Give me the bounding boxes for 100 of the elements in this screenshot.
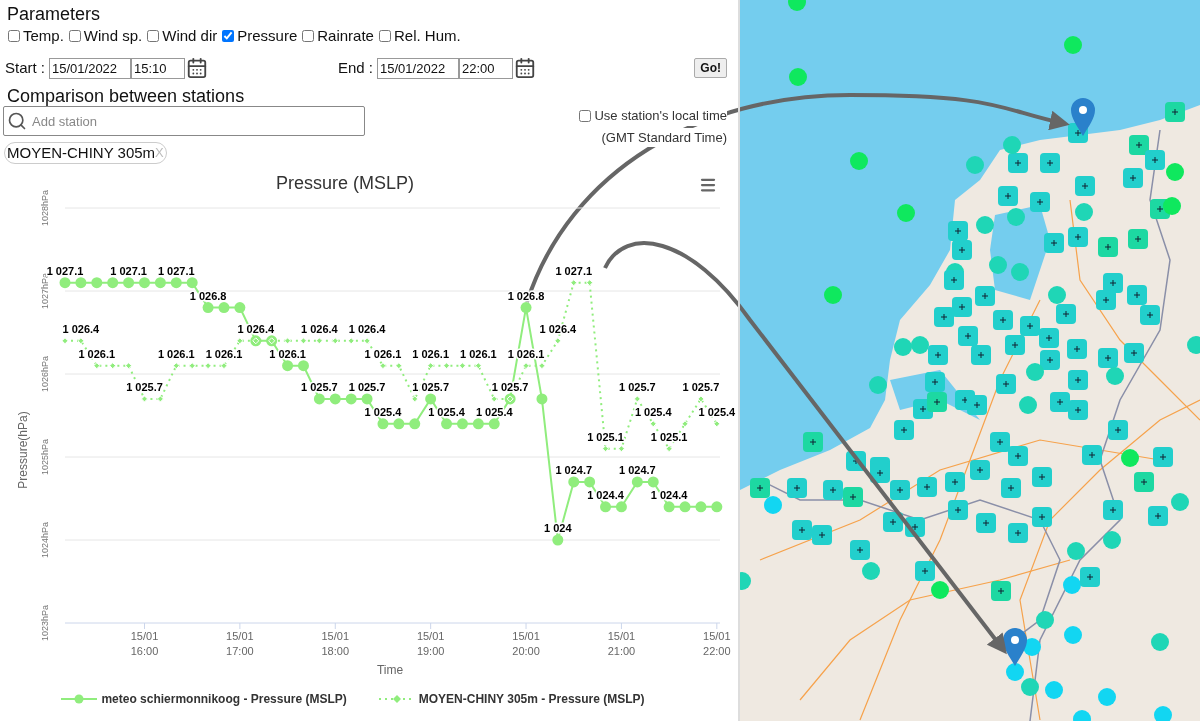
data-point (297, 360, 309, 372)
data-point (441, 418, 453, 430)
data-label: 1 027.1 (157, 264, 195, 277)
data-label: 1 027.1 (110, 264, 147, 277)
x-tick-label: 15/01 17:00 (226, 630, 254, 657)
data-point (456, 418, 468, 430)
data-label: 1 025.4 (428, 405, 465, 418)
y-tick-label: 1028hPa (40, 190, 50, 226)
data-label: 1 026.4 (62, 322, 100, 335)
data-point (600, 501, 612, 513)
data-label: 1 025.7 (682, 380, 720, 393)
y-tick-label: 1024hPa (40, 522, 50, 558)
calendar-icon[interactable] (186, 57, 208, 79)
data-label: 1 025.7 (619, 380, 656, 393)
data-point (77, 337, 85, 345)
data-point (536, 393, 548, 405)
checkbox[interactable] (222, 30, 235, 42)
data-point (109, 362, 117, 370)
x-tick-label: 15/01 22:00 (703, 630, 731, 657)
data-point (490, 395, 498, 403)
data-point (711, 501, 723, 513)
data-point (425, 393, 437, 405)
menu-icon[interactable] (700, 178, 716, 192)
data-label: 1 025.7 (412, 380, 449, 393)
chart-title: Pressure (MSLP) (276, 173, 414, 193)
data-point (586, 279, 594, 287)
data-point (427, 362, 435, 370)
data-label: 1 027.1 (555, 264, 593, 277)
data-point (234, 302, 246, 314)
data-point (284, 337, 292, 345)
data-label: 1 026.1 (269, 347, 306, 360)
data-point (570, 279, 578, 287)
data-point (188, 362, 196, 370)
data-point (299, 337, 307, 345)
data-point (91, 277, 103, 289)
data-label: 1 025.1 (650, 430, 688, 443)
data-point (395, 362, 403, 370)
time-field[interactable]: 15:10 (131, 57, 185, 79)
checkbox[interactable] (302, 30, 315, 42)
data-point (411, 395, 419, 403)
data-label: 1 026.1 (157, 347, 195, 360)
section-heading: Parameters (7, 4, 101, 24)
data-point (172, 362, 180, 370)
data-point (379, 362, 387, 370)
x-axis-title: Time (376, 663, 404, 677)
go-button[interactable]: Go! (694, 58, 727, 78)
data-label: 1 027.1 (46, 264, 84, 277)
data-label: 1 025.4 (475, 405, 513, 418)
checkbox-label: Temp. (23, 25, 64, 46)
data-label: 1 026.1 (507, 347, 545, 360)
data-label: 1 024.7 (619, 463, 656, 476)
checkbox[interactable] (8, 30, 20, 42)
checkbox[interactable] (147, 30, 160, 42)
data-point (220, 362, 228, 370)
data-point (204, 362, 212, 370)
data-point (75, 277, 87, 289)
data-point (552, 534, 564, 546)
calendar-icon[interactable] (514, 57, 537, 79)
date-field[interactable]: 15/01/2022 (377, 57, 460, 79)
time-field[interactable]: 22:00 (459, 57, 514, 79)
data-point (665, 445, 673, 453)
data-label: 1 025.4 (634, 405, 672, 418)
data-point (154, 277, 166, 289)
data-point (713, 420, 721, 428)
legend-item[interactable]: MOYEN-CHINY 305m - Pressure (MSLP) (418, 690, 645, 708)
data-point (474, 362, 482, 370)
end-label: End : (338, 57, 374, 78)
data-point (584, 476, 596, 488)
data-point (236, 337, 244, 345)
data-label: 1 025.4 (364, 405, 402, 418)
checkbox[interactable] (579, 109, 592, 122)
data-label: 1 024 (544, 522, 572, 534)
data-point (361, 393, 373, 405)
legend-item[interactable]: meteo schiermonnikoog - Pressure (MSLP) (101, 690, 347, 708)
checkbox-label: Pressure (237, 25, 298, 46)
date-field[interactable]: 15/01/2022 (49, 57, 131, 79)
checkbox[interactable] (68, 30, 81, 42)
map-drawing[interactable] (740, 0, 1200, 721)
data-point (617, 445, 625, 453)
data-point (123, 277, 135, 289)
data-label: 1 026.1 (412, 347, 449, 360)
data-point (554, 337, 562, 345)
data-label: 1 026.4 (539, 322, 577, 335)
data-point (156, 395, 164, 403)
data-point (488, 418, 500, 430)
data-point (347, 337, 355, 345)
data-point (329, 393, 341, 405)
data-label: 1 025.7 (126, 380, 163, 393)
x-tick-label: 15/01 20:00 (512, 630, 540, 657)
data-point (520, 302, 532, 314)
data-label: 1 025.1 (587, 430, 624, 443)
checkbox[interactable] (378, 30, 391, 42)
checkbox-label: Rel. Hum. (393, 25, 461, 46)
data-label: 1 026.4 (301, 322, 338, 335)
data-point (363, 337, 371, 345)
data-point (61, 337, 69, 345)
data-label: 1 026.8 (189, 289, 227, 302)
data-point (202, 302, 214, 314)
search-field[interactable]: Add station (3, 106, 365, 136)
data-point (633, 395, 641, 403)
